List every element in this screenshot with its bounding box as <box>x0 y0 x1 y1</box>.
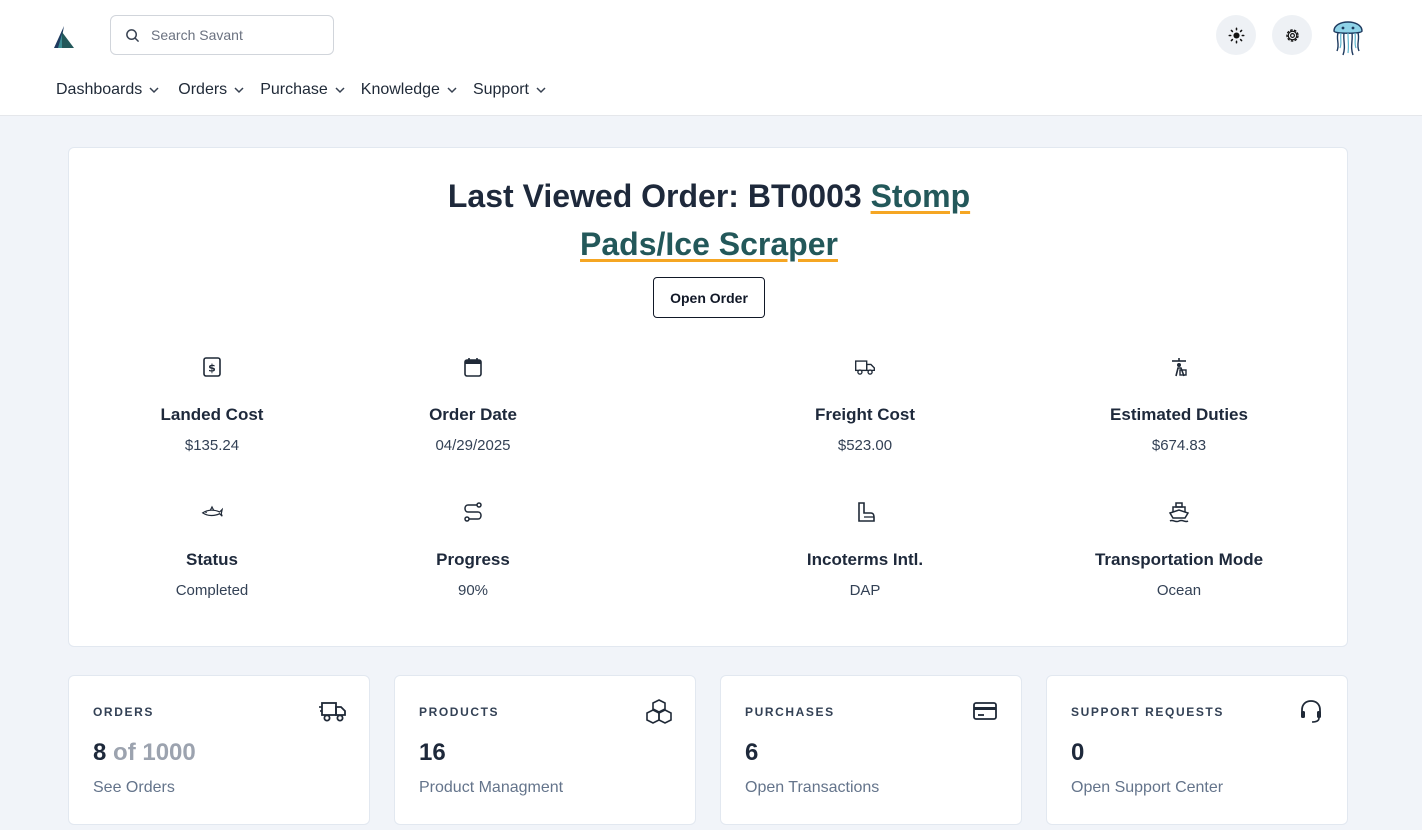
user-avatar[interactable] <box>1328 13 1368 57</box>
card-count-suffix: of 1000 <box>113 739 196 766</box>
card-count-value: 0 <box>1071 739 1085 766</box>
stat-label: Freight Cost <box>814 405 916 424</box>
truck-icon <box>319 702 346 722</box>
nav-orders[interactable]: Orders <box>178 78 245 102</box>
search-box[interactable] <box>110 15 334 55</box>
card-title: PRODUCTS <box>419 705 500 719</box>
headset-icon <box>1301 700 1321 723</box>
nav-knowledge[interactable]: Knowledge <box>361 78 458 102</box>
theme-toggle-button[interactable] <box>1216 15 1256 55</box>
last-viewed-order-card: Last Viewed Order: BT0003 Stomp Pads/Ice… <box>68 147 1348 647</box>
stat-incoterms: Incoterms Intl. DAP <box>755 500 975 599</box>
search-icon <box>126 28 139 42</box>
card-count-value: 16 <box>419 739 446 766</box>
card-count-value: 6 <box>745 739 759 766</box>
app-logo[interactable] <box>50 22 78 50</box>
product-management-link[interactable]: Product Managment <box>419 779 563 797</box>
stat-landed-cost: $ Landed Cost $135.24 <box>102 355 322 454</box>
order-title-prefix: Last Viewed Order: BT0003 <box>447 178 862 214</box>
see-orders-link[interactable]: See Orders <box>93 779 175 797</box>
stat-label: Status <box>186 550 238 569</box>
boot-icon <box>858 502 875 522</box>
search-input[interactable] <box>151 27 321 43</box>
stat-freight-cost: Freight Cost $523.00 <box>755 355 975 454</box>
main-nav: Dashboards Orders Purchase Knowledge Sup… <box>56 78 565 102</box>
shark-icon <box>201 505 223 517</box>
support-requests-summary-card: SUPPORT REQUESTS 0 Open Support Center <box>1046 675 1348 825</box>
stat-progress: Progress 90% <box>363 500 583 599</box>
purchases-summary-card: PURCHASES 6 Open Transactions <box>720 675 1022 825</box>
stat-label: Progress <box>436 550 510 569</box>
nav-label: Dashboards <box>56 81 143 98</box>
svg-text:$: $ <box>208 362 216 375</box>
stat-value: $135.24 <box>184 437 240 454</box>
chevron-down-icon <box>447 87 457 94</box>
boxes-icon <box>646 699 672 724</box>
card-count-value: 8 <box>93 739 107 766</box>
open-transactions-link[interactable]: Open Transactions <box>745 779 879 797</box>
stat-value: Ocean <box>1156 582 1202 599</box>
stat-value: $674.83 <box>1151 437 1207 454</box>
route-icon <box>464 502 482 522</box>
stat-value: 04/29/2025 <box>435 437 511 454</box>
sun-icon <box>1228 27 1244 43</box>
stat-value: 90% <box>457 582 489 599</box>
dollar-icon: $ <box>203 357 221 377</box>
card-count: 6 <box>745 739 758 767</box>
calendar-icon <box>464 358 482 377</box>
stat-estimated-duties: Estimated Duties $674.83 <box>1069 355 1289 454</box>
ship-icon <box>1168 502 1190 523</box>
nav-label: Purchase <box>260 81 328 98</box>
nav-label: Orders <box>178 81 228 98</box>
nav-dashboards[interactable]: Dashboards <box>56 78 160 102</box>
stat-transportation-mode: Transportation Mode Ocean <box>1069 500 1289 599</box>
chevron-down-icon <box>149 87 159 94</box>
nav-label: Knowledge <box>360 81 440 98</box>
card-title: SUPPORT REQUESTS <box>1071 705 1224 719</box>
products-summary-card: PRODUCTS 16 Product Managment <box>394 675 696 825</box>
card-count: 16 <box>419 739 446 767</box>
stat-label: Incoterms Intl. <box>806 550 924 569</box>
card-count: 0 <box>1071 739 1084 767</box>
chevron-down-icon <box>234 87 244 94</box>
gear-icon <box>1285 28 1299 42</box>
card-title: PURCHASES <box>745 705 835 719</box>
orders-summary-card: ORDERS 8 of 1000 See Orders <box>68 675 370 825</box>
stat-label: Transportation Mode <box>1094 550 1264 569</box>
open-order-button[interactable]: Open Order <box>653 277 765 318</box>
stat-label: Order Date <box>429 405 517 424</box>
stat-label: Estimated Duties <box>1110 405 1248 424</box>
stat-status: Status Completed <box>102 500 322 599</box>
nav-label: Support <box>472 81 529 98</box>
card-title: ORDERS <box>93 705 154 719</box>
truck-icon <box>855 360 875 375</box>
top-header: Dashboards Orders Purchase Knowledge Sup… <box>0 0 1422 116</box>
card-count: 8 of 1000 <box>93 739 196 767</box>
stat-label: Landed Cost <box>160 405 264 424</box>
stat-value: $523.00 <box>837 437 893 454</box>
stat-value: Completed <box>175 582 249 599</box>
chevron-down-icon <box>536 87 546 94</box>
nav-purchase[interactable]: Purchase <box>260 78 346 102</box>
order-title: Last Viewed Order: BT0003 Stomp Pads/Ice… <box>69 172 1349 268</box>
open-support-center-link[interactable]: Open Support Center <box>1071 779 1223 797</box>
nav-support[interactable]: Support <box>473 78 547 102</box>
chevron-down-icon <box>335 87 345 94</box>
settings-button[interactable] <box>1272 15 1312 55</box>
duties-icon <box>1172 358 1187 377</box>
credit-card-icon <box>973 702 997 720</box>
stat-order-date: Order Date 04/29/2025 <box>363 355 583 454</box>
stat-value: DAP <box>849 582 881 599</box>
